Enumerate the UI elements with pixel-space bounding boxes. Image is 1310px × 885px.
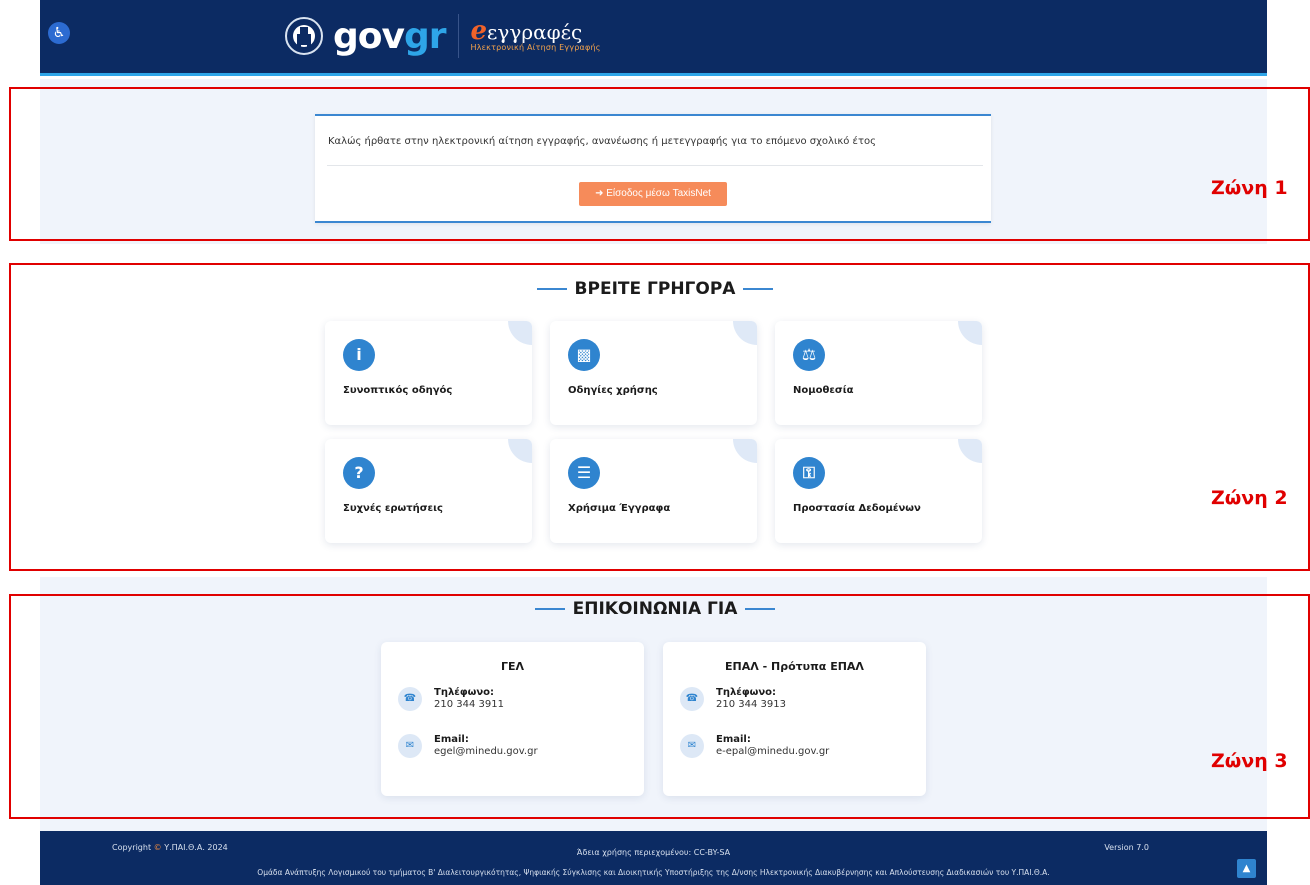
quick-card-label: Προστασία Δεδομένων [793, 503, 921, 514]
phone-value[interactable]: 210 344 3911 [434, 699, 504, 711]
license-text: Άδεια χρήσης περιεχομένου: CC-BY-SA [576, 848, 731, 857]
email-label: Email: [716, 734, 751, 745]
scales-icon: ⚖ [793, 339, 825, 371]
quick-card-label: Συνοπτικός οδηγός [343, 385, 453, 396]
gov-brand: govgr [333, 15, 446, 57]
app-initial: e [470, 15, 488, 46]
book-icon: ▩ [568, 339, 600, 371]
wheelchair-icon[interactable]: ♿ [48, 22, 70, 44]
quick-card-data-protection[interactable]: ⚿ Προστασία Δεδομένων [775, 439, 982, 543]
email-value[interactable]: e-epal@minedu.gov.gr [716, 746, 829, 758]
welcome-text: Καλώς ήρθατε στην ηλεκτρονική αίτηση εγγ… [328, 136, 876, 147]
app-subtitle: Ηλεκτρονική Αίτηση Εγγραφής [470, 42, 601, 52]
quick-card-label: Χρήσιμα Έγγραφα [568, 503, 671, 514]
contact-phone: ☎ Τηλέφωνο: 210 344 3911 [398, 687, 504, 711]
sign-in-icon: ➜ [595, 188, 604, 199]
email-label: Email: [434, 734, 469, 745]
zone-1-label: Ζώνη 1 [1211, 177, 1288, 199]
quick-card-faq[interactable]: ? Συχνές ερωτήσεις [325, 439, 532, 543]
quick-card-label: Συχνές ερωτήσεις [343, 503, 443, 514]
phone-icon: ☎ [680, 687, 704, 711]
phone-label: Τηλέφωνο: [434, 687, 495, 698]
site-header: ♿ govgr eεγγραφές Ηλεκτρονική Αίτηση Εγγ… [40, 0, 1267, 76]
phone-label: Τηλέφωνο: [716, 687, 777, 698]
quick-links-title: ΒΡΕΙΤΕ ΓΡΗΓΟΡΑ [0, 279, 1310, 299]
contact-card-title: ΓΕΛ [500, 660, 525, 673]
greek-emblem-icon [285, 17, 323, 55]
contact-email: ✉ Email: egel@minedu.gov.gr [398, 734, 538, 758]
contact-card-title: ΕΠΑΛ - Πρότυπα ΕΠΑΛ [725, 660, 864, 673]
taxisnet-login-button[interactable]: ➜ Είσοδος μέσω TaxisNet [579, 182, 727, 206]
contact-phone: ☎ Τηλέφωνο: 210 344 3913 [680, 687, 786, 711]
envelope-icon: ✉ [398, 734, 422, 758]
taxisnet-login-label: Είσοδος μέσω TaxisNet [606, 188, 711, 199]
divider [327, 165, 983, 166]
team-credits: Ομάδα Ανάπτυξης Λογισμικού του τμήματος … [257, 868, 1050, 877]
contact-email: ✉ Email: e-epal@minedu.gov.gr [680, 734, 829, 758]
contact-title: ΕΠΙΚΟΙΝΩΝΙΑ ΓΙΑ [0, 599, 1310, 619]
logo-divider [457, 14, 459, 58]
email-value[interactable]: egel@minedu.gov.gr [434, 746, 538, 758]
quick-card-legislation[interactable]: ⚖ Νομοθεσία [775, 321, 982, 425]
quick-card-instructions[interactable]: ▩ Οδηγίες χρήσης [550, 321, 757, 425]
site-footer: Copyright © Υ.ΠΑΙ.Θ.Α. 2024 Άδεια χρήσης… [40, 831, 1267, 885]
key-icon: ⚿ [793, 457, 825, 489]
logo[interactable]: govgr eεγγραφές Ηλεκτρονική Αίτηση Εγγρα… [285, 14, 601, 58]
quick-card-label: Οδηγίες χρήσης [568, 385, 658, 396]
chevron-up-icon[interactable]: ▲ [1237, 859, 1256, 878]
document-icon: ☰ [568, 457, 600, 489]
phone-value[interactable]: 210 344 3913 [716, 699, 786, 711]
info-icon: i [343, 339, 375, 371]
version-text: Version 7.0 [1104, 843, 1149, 852]
quick-card-guide[interactable]: i Συνοπτικός οδηγός [325, 321, 532, 425]
envelope-icon: ✉ [680, 734, 704, 758]
app-title-text: εγγραφές [487, 19, 583, 44]
zone-2-label: Ζώνη 2 [1211, 487, 1288, 509]
app-title: eεγγραφές Ηλεκτρονική Αίτηση Εγγραφής [470, 18, 601, 53]
quick-card-documents[interactable]: ☰ Χρήσιμα Έγγραφα [550, 439, 757, 543]
welcome-card: Καλώς ήρθατε στην ηλεκτρονική αίτηση εγγ… [315, 114, 991, 223]
quick-card-label: Νομοθεσία [793, 385, 854, 396]
question-icon: ? [343, 457, 375, 489]
contact-card-epal: ΕΠΑΛ - Πρότυπα ΕΠΑΛ ☎ Τηλέφωνο: 210 344 … [663, 642, 926, 796]
contact-card-gel: ΓΕΛ ☎ Τηλέφωνο: 210 344 3911 ✉ Email: eg… [381, 642, 644, 796]
phone-icon: ☎ [398, 687, 422, 711]
zone-3-label: Ζώνη 3 [1211, 750, 1288, 772]
